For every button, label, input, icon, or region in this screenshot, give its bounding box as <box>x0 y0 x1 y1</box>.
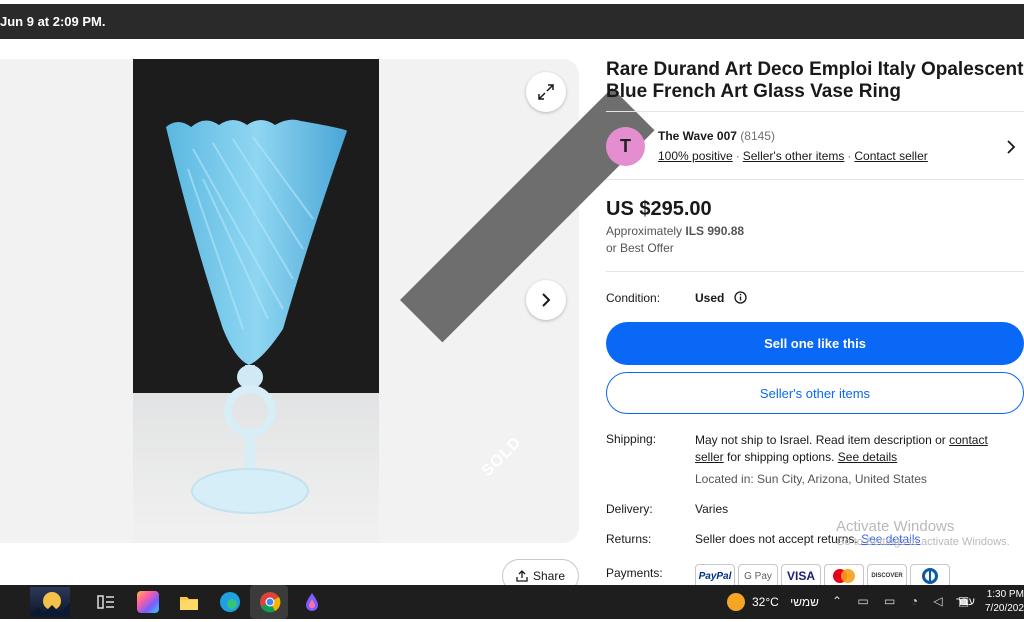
best-offer-text: or Best Offer <box>606 241 674 255</box>
seller-feedback-count: (8145) <box>740 129 775 143</box>
item-location: Located in: Sun City, Arizona, United St… <box>695 472 927 486</box>
weather-icon[interactable] <box>727 593 745 611</box>
seller-chevron-right-icon[interactable] <box>1006 139 1016 155</box>
shipping-label: Shipping: <box>606 432 657 446</box>
info-icon[interactable] <box>734 291 747 304</box>
sell-one-like-this-button[interactable]: Sell one like this <box>606 322 1024 365</box>
seller-name[interactable]: The Wave 007 (8145) <box>658 129 775 143</box>
conversation-timestamp-bar: Jun 9 at 2:09 PM. <box>0 4 1024 39</box>
divider <box>606 179 1024 180</box>
share-label: Share <box>532 569 566 583</box>
condition-label: Condition: <box>606 291 661 305</box>
vase-illustration <box>166 119 347 514</box>
returns-label: Returns: <box>606 532 652 546</box>
expand-icon <box>538 84 554 100</box>
shipping-text-2: for shipping options. <box>727 450 835 464</box>
expand-image-button[interactable] <box>526 72 566 112</box>
chrome-icon[interactable] <box>259 591 281 613</box>
sellers-other-items-button[interactable]: Seller's other items <box>606 372 1024 414</box>
activate-windows-watermark: Activate Windows Go to Settings to activ… <box>836 518 1010 548</box>
positive-feedback-link[interactable]: 100% positive <box>658 149 733 163</box>
item-photo[interactable] <box>133 59 379 543</box>
task-view-icon[interactable] <box>95 591 117 613</box>
approx-price: Approximately ILS 990.88 <box>606 224 744 238</box>
price: US $295.00 <box>606 198 712 220</box>
contact-seller-link[interactable]: Contact seller <box>854 149 927 163</box>
seller-name-text[interactable]: The Wave 007 <box>658 129 737 143</box>
watermark-line2: Go to Settings to activate Windows. <box>836 536 1010 548</box>
approx-value: ILS 990.88 <box>685 224 745 238</box>
condition-value: Used <box>695 291 747 305</box>
listing-title: Rare Durand Art Deco Emploi Italy Opales… <box>606 59 1024 102</box>
watermark-line1: Activate Windows <box>836 518 955 535</box>
mastercard-icon <box>833 569 855 583</box>
clock-time: 1:30 PM <box>986 589 1024 600</box>
widgets-icon[interactable] <box>30 587 70 617</box>
weather-widget[interactable]: 32°C שמשי <box>752 595 819 609</box>
edge-browser-icon[interactable] <box>219 591 241 613</box>
divider <box>606 271 1024 272</box>
condition-value-text: Used <box>695 291 725 305</box>
seller-other-items-link[interactable]: Seller's other items <box>743 149 845 163</box>
diners-icon <box>922 568 938 584</box>
copilot-drop-icon[interactable] <box>301 591 323 613</box>
chevron-right-icon <box>542 293 551 307</box>
seller-avatar[interactable]: T <box>606 127 645 166</box>
share-icon <box>516 570 528 582</box>
returns-value: Seller does not accept returns. <box>695 532 858 546</box>
shipping-info: May not ship to Israel. Read item descri… <box>695 432 1015 466</box>
temperature: 32°C <box>752 595 779 609</box>
clock-date: 7/20/202 <box>985 603 1024 614</box>
file-explorer-icon[interactable] <box>178 591 200 613</box>
separator-dot: · <box>735 149 740 163</box>
clock[interactable]: 1:30 PM 7/20/202 <box>985 588 1024 616</box>
shipping-see-details-link[interactable]: See details <box>838 450 897 464</box>
seller-links: 100% positive · Seller's other items · Conta… <box>658 149 928 163</box>
divider <box>606 111 1024 112</box>
timestamp-text: Jun 9 at 2:09 PM. <box>0 14 106 29</box>
approx-prefix: Approximately <box>606 224 683 238</box>
shipping-text-1: May not ship to Israel. Read item descri… <box>695 433 946 447</box>
delivery-value: Varies <box>695 502 729 516</box>
windows-taskbar: 32°C שמשי ⌃ ▭ ▭ ◔ ◁ ▣ עבר 1:30 PM 7/20/2… <box>0 585 1024 619</box>
delivery-label: Delivery: <box>606 502 653 516</box>
next-image-button[interactable] <box>526 280 566 320</box>
language-indicator[interactable]: עבר <box>956 596 975 608</box>
weather-condition: שמשי <box>790 595 819 609</box>
payments-label: Payments: <box>606 566 663 580</box>
system-tray-icons[interactable]: ⌃ ▭ ▭ ◔ ◁ ▣ <box>832 594 975 608</box>
separator-dot: · <box>847 149 852 163</box>
copilot-icon[interactable] <box>137 591 159 613</box>
